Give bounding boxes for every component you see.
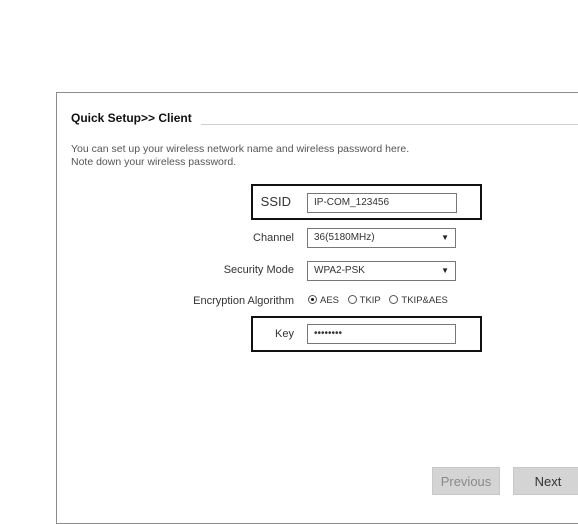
channel-value: 36(5180MHz): [314, 232, 375, 243]
radio-tkip-aes-label: TKIP&AES: [401, 295, 448, 306]
key-row: Key: [197, 323, 294, 345]
radio-icon: [308, 295, 317, 304]
title-divider: [201, 124, 578, 125]
channel-label: Channel: [253, 232, 294, 244]
ssid-row: SSID: [177, 191, 291, 213]
description-line: You can set up your wireless network nam…: [71, 143, 410, 155]
ssid-input[interactable]: IP-COM_123456: [307, 193, 457, 213]
security-mode-value: WPA2-PSK: [314, 265, 365, 276]
encryption-label: Encryption Algorithm: [193, 295, 294, 307]
security-mode-select[interactable]: WPA2-PSK ▼: [307, 261, 456, 281]
radio-aes-label: AES: [320, 295, 340, 306]
key-label: Key: [275, 328, 294, 340]
radio-aes[interactable]: AES: [308, 295, 339, 306]
encryption-radio-group: AES TKIP TKIP&AES: [308, 290, 454, 312]
key-input[interactable]: ••••••••: [307, 324, 456, 344]
encryption-row: Encryption Algorithm: [117, 290, 294, 312]
previous-button[interactable]: Previous: [432, 467, 500, 495]
security-mode-label: Security Mode: [223, 264, 294, 276]
security-row: Security Mode: [157, 259, 294, 281]
description: You can set up your wireless network nam…: [71, 143, 409, 169]
chevron-down-icon: ▼: [441, 233, 449, 242]
channel-row: Channel: [157, 227, 294, 249]
ssid-label: SSID: [260, 194, 291, 209]
channel-select[interactable]: 36(5180MHz) ▼: [307, 228, 456, 248]
radio-icon: [389, 295, 399, 304]
radio-tkip[interactable]: TKIP: [347, 295, 381, 306]
chevron-down-icon: ▼: [441, 266, 449, 275]
radio-tkip-aes[interactable]: TKIP&AES: [389, 295, 448, 306]
radio-icon: [347, 295, 357, 304]
description-line: Note down your wireless password.: [71, 156, 237, 168]
panel-header: Quick Setup>> Client: [71, 111, 578, 127]
radio-tkip-label: TKIP: [359, 295, 381, 306]
next-button[interactable]: Next: [513, 467, 578, 495]
quick-setup-panel: Quick Setup>> Client You can set up your…: [56, 92, 578, 524]
page-title: Quick Setup>> Client: [71, 111, 194, 125]
